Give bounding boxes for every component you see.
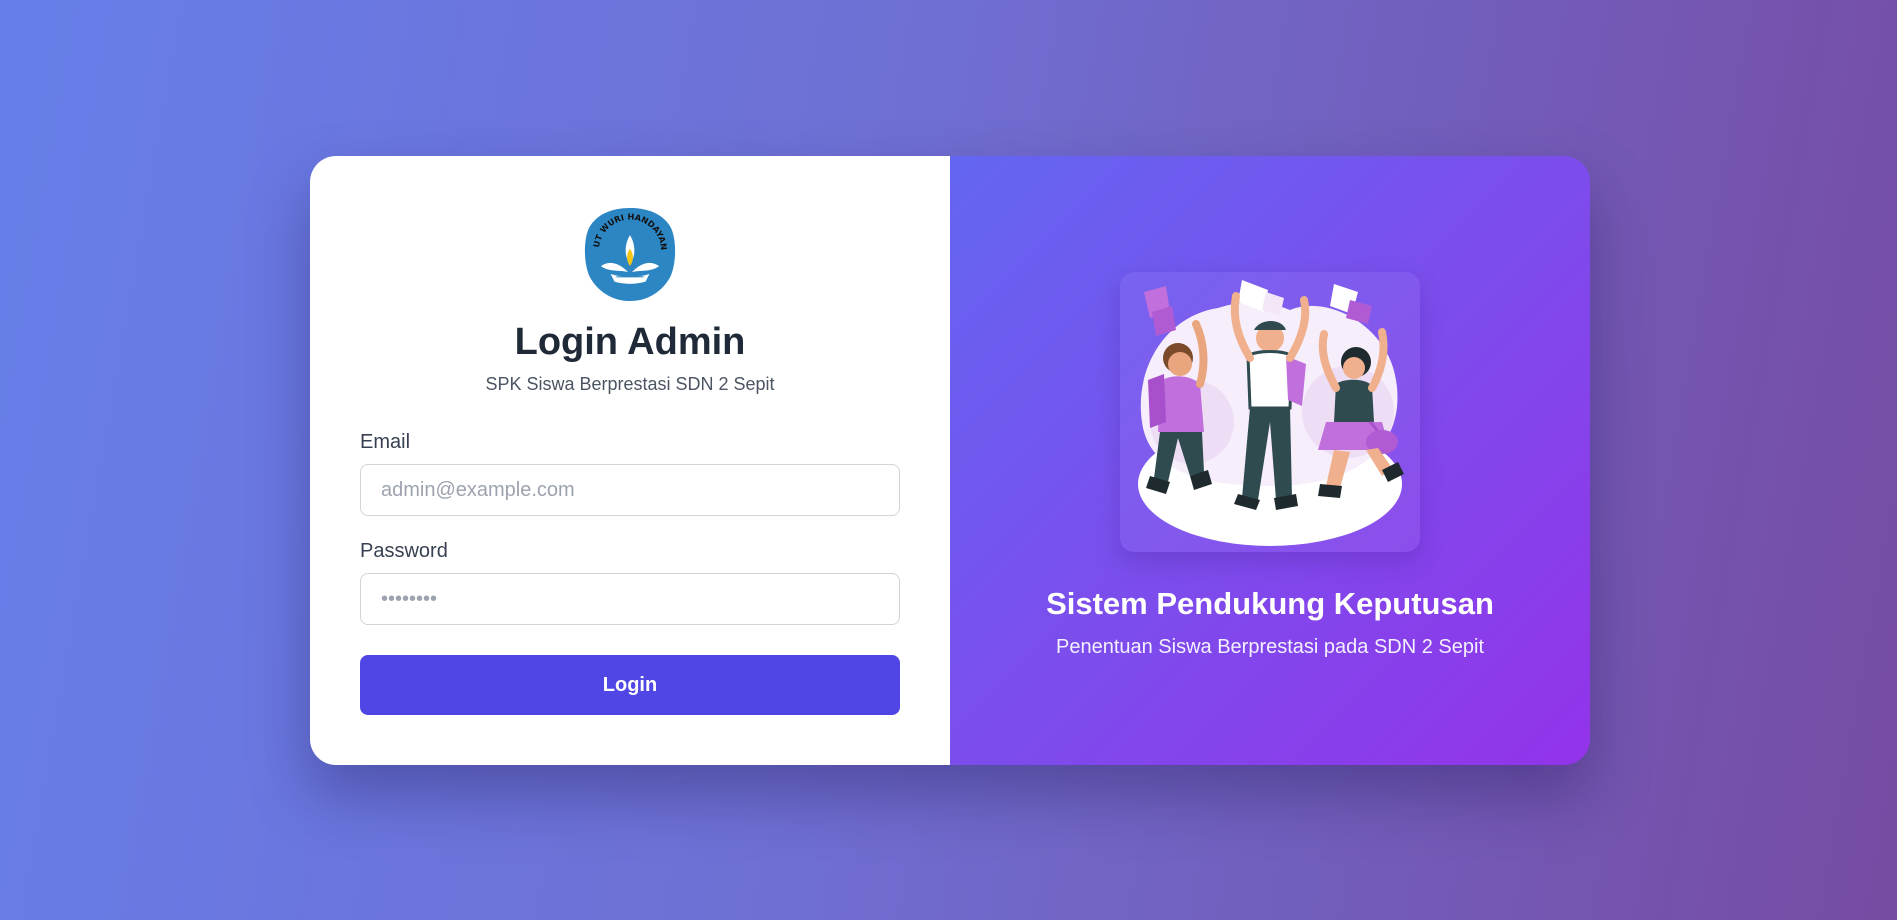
password-label: Password [360, 540, 448, 562]
page-subtitle: SPK Siswa Berprestasi SDN 2 Sepit [485, 374, 775, 394]
login-panel: TUT WURI HANDAYANI Login Admin SPK Siswa… [310, 156, 950, 765]
hero-panel: Sistem Pendukung Keputusan Penentuan Sis… [950, 156, 1590, 765]
email-label: Email [360, 431, 411, 453]
login-card: TUT WURI HANDAYANI Login Admin SPK Siswa… [310, 156, 1590, 765]
students-celebrating-illustration [1120, 272, 1420, 552]
password-field[interactable] [360, 573, 900, 625]
page-title: Login Admin [514, 321, 746, 363]
email-field[interactable] [360, 464, 900, 516]
hero-subtitle: Penentuan Siswa Berprestasi pada SDN 2 S… [1055, 636, 1485, 658]
tut-wuri-handayani-logo: TUT WURI HANDAYANI [580, 206, 676, 302]
email-field-group: Email [360, 431, 900, 516]
login-form: Email Password Login [360, 431, 900, 715]
hero-title: Sistem Pendukung Keputusan [1046, 586, 1494, 621]
password-field-group: Password [360, 540, 900, 625]
login-button[interactable]: Login [360, 655, 900, 715]
